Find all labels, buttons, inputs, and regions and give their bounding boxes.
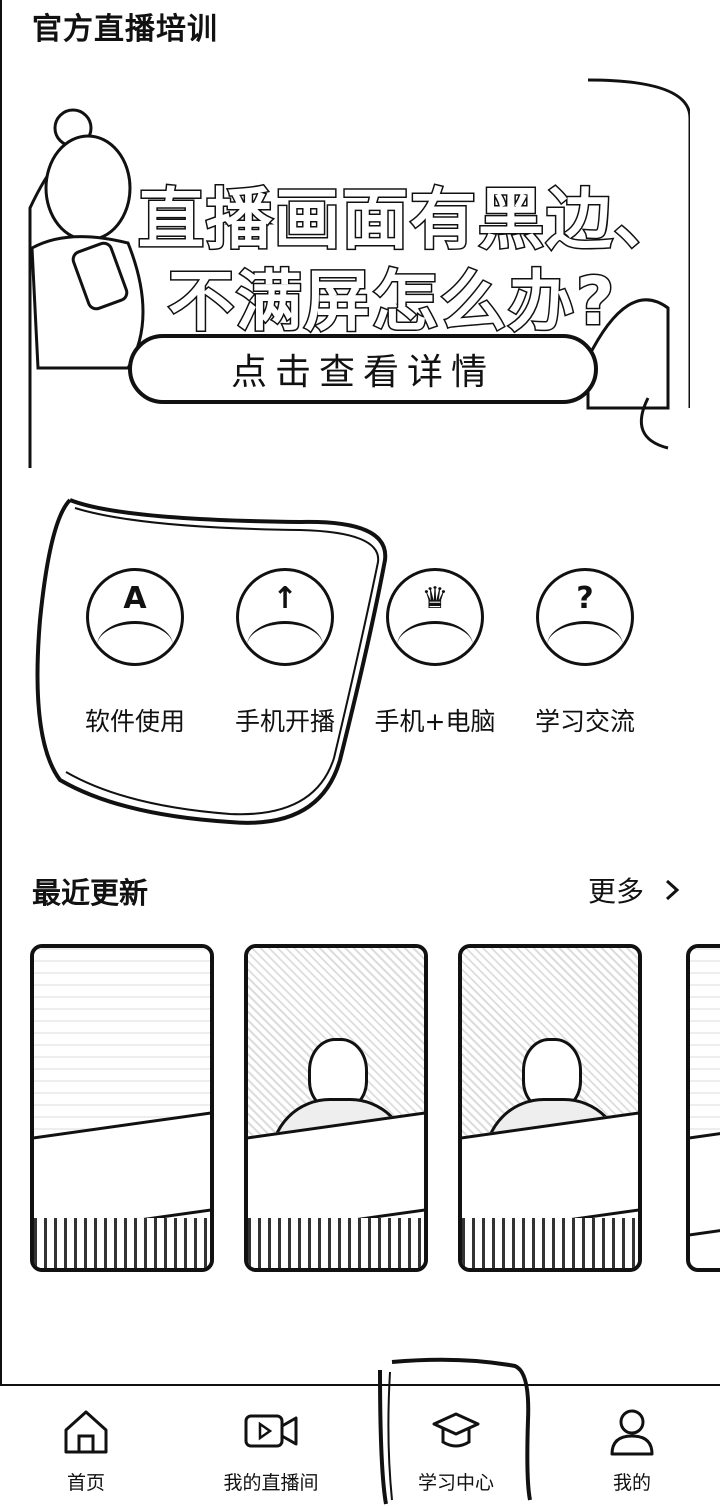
user-icon — [610, 1409, 654, 1456]
banner-title-line2: 不满屏怎么办? — [166, 262, 617, 342]
crown-icon: ♛ — [386, 568, 484, 666]
category-software-usage[interactable]: A 软件使用 — [70, 568, 200, 738]
tab-home[interactable]: 首页 — [56, 1406, 116, 1495]
upload-arrow-icon: ↑ — [236, 568, 334, 666]
more-link[interactable]: 更多 — [588, 870, 680, 910]
bottom-tab-bar: 首页 我的直播间 学习中心 我的 — [0, 1384, 720, 1507]
view-details-button[interactable]: 点击查看详情 — [128, 334, 598, 404]
tab-me[interactable]: 我的 — [602, 1406, 662, 1495]
category-label: 手机+电脑 — [374, 707, 496, 736]
letter-a-icon: A — [86, 568, 184, 666]
category-label: 软件使用 — [84, 707, 185, 736]
page-title: 官方直播培训 — [32, 12, 218, 47]
category-learning-exchange[interactable]: ? 学习交流 — [520, 568, 650, 738]
video-card[interactable] — [458, 944, 642, 1272]
screen-edge — [0, 0, 2, 1507]
recent-updates-title: 最近更新 — [32, 876, 149, 910]
category-mobile-live[interactable]: ↑ 手机开播 — [220, 568, 350, 738]
question-icon: ? — [536, 568, 634, 666]
promo-banner[interactable]: 直播画面有黑边、 不满屏怎么办? 点击查看详情 — [28, 78, 690, 470]
graduation-cap-icon — [432, 1412, 480, 1448]
category-mobile-pc[interactable]: ♛ 手机+电脑 — [370, 568, 500, 738]
video-card[interactable] — [686, 944, 720, 1272]
video-card[interactable] — [30, 944, 214, 1272]
more-label: 更多 — [587, 875, 644, 908]
tab-label: 我的 — [612, 1472, 651, 1494]
home-icon — [64, 1410, 108, 1454]
category-label: 学习交流 — [534, 707, 635, 736]
chevron-right-icon — [665, 879, 680, 901]
tab-label: 学习中心 — [417, 1472, 494, 1494]
tab-label: 我的直播间 — [223, 1472, 319, 1494]
tab-my-live-room[interactable]: 我的直播间 — [216, 1406, 326, 1495]
video-camera-icon — [244, 1414, 298, 1448]
video-card[interactable] — [244, 944, 428, 1272]
tab-label: 首页 — [66, 1472, 105, 1494]
category-label: 手机开播 — [234, 707, 335, 736]
tab-learning-center[interactable]: 学习中心 — [406, 1406, 506, 1495]
